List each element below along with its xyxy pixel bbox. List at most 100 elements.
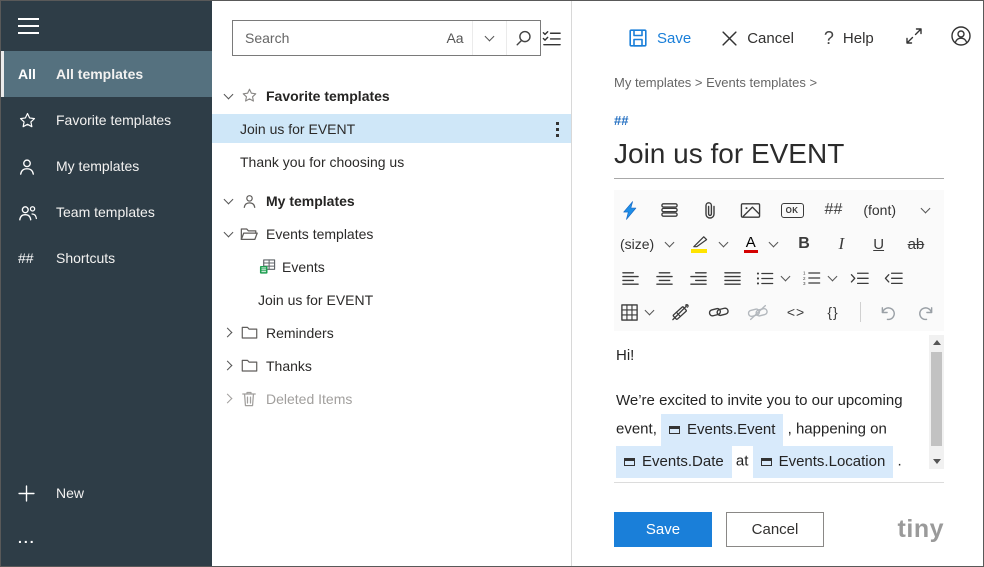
tree-item-events-sheet[interactable]: Events [212, 252, 571, 281]
scrollbar-thumb[interactable] [931, 352, 942, 446]
scroll-up-arrow[interactable] [932, 335, 941, 350]
shortcut-hash-link[interactable]: ## [614, 113, 628, 128]
multiselect-button[interactable] [541, 28, 562, 48]
indent-button[interactable] [850, 264, 870, 292]
outdent-icon [884, 272, 903, 284]
close-icon [722, 30, 737, 46]
merge-field-icon [669, 425, 681, 434]
bold-button[interactable]: B [794, 230, 814, 258]
search-input[interactable] [233, 21, 438, 55]
undo-icon [881, 306, 895, 320]
merge-tags-button[interactable]: {} [823, 298, 843, 326]
align-justify-button[interactable] [722, 264, 742, 292]
tree-folder-events-templates[interactable]: Events templates [212, 219, 571, 248]
font-size-select[interactable]: (size) [620, 236, 675, 252]
footer-cancel-button[interactable]: Cancel [726, 512, 824, 547]
sidebar-item-team-templates[interactable]: Team templates [1, 189, 212, 235]
redo-button[interactable] [915, 298, 935, 326]
text-blocks-button[interactable] [660, 196, 680, 224]
sidebar-item-shortcuts[interactable]: ## Shortcuts [1, 235, 212, 281]
tree-folder-reminders[interactable]: Reminders [212, 318, 571, 347]
italic-button[interactable]: I [831, 230, 851, 258]
undo-button[interactable] [878, 298, 898, 326]
tree-item-join-us-event[interactable]: Join us for EVENT [212, 285, 571, 314]
merge-field-date[interactable]: Events.Date [616, 446, 732, 478]
numbered-list-icon: 123 [803, 270, 821, 286]
chevron-right-icon[interactable] [220, 327, 236, 338]
attachment-button[interactable] [700, 196, 720, 224]
breadcrumb[interactable]: My templates > Events templates > [614, 75, 983, 90]
spreadsheet-icon [258, 258, 276, 275]
align-right-button[interactable] [688, 264, 708, 292]
chevron-down-icon [644, 305, 655, 316]
tree-item-thank-you[interactable]: Thank you for choosing us [212, 147, 571, 176]
numbered-list-button[interactable]: 123 [803, 270, 838, 286]
indent-icon [850, 272, 869, 284]
quick-insert-button[interactable] [620, 196, 640, 224]
expand-diagonal-icon [906, 27, 922, 44]
merge-field-event[interactable]: Events.Event [661, 414, 784, 446]
tiny-brand-logo[interactable]: tiny [898, 515, 944, 544]
tree-group-favorites[interactable]: Favorite templates [212, 81, 571, 110]
help-button[interactable]: ? Help [824, 28, 874, 49]
editor-scrollbar[interactable] [929, 335, 944, 469]
chevron-right-icon[interactable] [220, 393, 236, 404]
bullet-list-button[interactable] [756, 271, 791, 286]
editor-content-area[interactable]: Hi! We’re excited to invite you to our u… [614, 331, 944, 478]
scrollbar-track[interactable] [929, 350, 944, 454]
expand-button[interactable] [904, 26, 924, 51]
chevron-down-icon[interactable] [220, 227, 236, 237]
merge-field-location[interactable]: Events.Location [752, 446, 894, 478]
font-color-button[interactable]: A [743, 235, 779, 253]
align-left-button[interactable] [620, 264, 640, 292]
sidebar-item-label: Favorite templates [56, 112, 172, 128]
insert-button-button[interactable]: OK [780, 196, 804, 224]
new-template-button[interactable]: New [1, 470, 212, 516]
align-center-button[interactable] [654, 264, 674, 292]
save-button[interactable]: Save [628, 28, 691, 48]
search-icon [516, 30, 531, 45]
toolbar-row-2: (size) A B I U ab [620, 227, 938, 261]
align-right-icon [689, 271, 707, 285]
table-icon [621, 303, 638, 321]
cancel-button[interactable]: Cancel [721, 29, 794, 47]
tree-folder-thanks[interactable]: Thanks [212, 351, 571, 380]
insert-image-button[interactable] [740, 196, 761, 224]
highlight-color-button[interactable] [691, 235, 728, 253]
footer-save-button[interactable]: Save [614, 512, 712, 547]
chevron-down-icon[interactable] [220, 89, 236, 99]
tree-item-label: Join us for EVENT [240, 120, 356, 137]
scroll-down-arrow[interactable] [932, 454, 941, 469]
strikethrough-button[interactable]: ab [906, 230, 926, 258]
sidebar-item-favorite-templates[interactable]: Favorite templates [1, 97, 212, 143]
hamburger-menu-icon[interactable] [1, 1, 212, 51]
tree-group-my-templates[interactable]: My templates [212, 186, 571, 215]
remove-link-button[interactable] [747, 298, 769, 326]
template-title-field[interactable]: Join us for EVENT [614, 138, 944, 179]
search-button[interactable] [506, 21, 540, 55]
underline-button[interactable]: U [869, 230, 889, 258]
chevron-down-icon[interactable] [220, 194, 236, 204]
more-options-button[interactable]: ... [1, 516, 212, 560]
chevron-down-icon [768, 237, 779, 248]
kebab-menu-icon[interactable] [556, 122, 559, 140]
sidebar-item-my-templates[interactable]: My templates [1, 143, 212, 189]
source-code-button[interactable]: <> [786, 298, 806, 326]
toolbar-more-chevron[interactable] [916, 196, 936, 224]
shortcut-insert-button[interactable]: ## [823, 196, 843, 224]
chevron-right-icon[interactable] [220, 360, 236, 371]
tree-item-label: Join us for EVENT [258, 291, 374, 308]
outdent-button[interactable] [884, 264, 904, 292]
folder-icon [238, 325, 260, 340]
insert-link-button[interactable] [708, 298, 730, 326]
font-family-select[interactable]: (font) [863, 202, 896, 218]
sidebar-item-all-templates[interactable]: All All templates [1, 51, 212, 97]
search-options-chevron[interactable] [472, 21, 506, 55]
tree-item-join-us-selected[interactable]: Join us for EVENT [212, 114, 571, 143]
table-button[interactable] [620, 303, 655, 322]
body-text: at [735, 452, 749, 470]
tree-folder-deleted-items[interactable]: Deleted Items [212, 384, 571, 413]
clear-formatting-button[interactable] [670, 298, 691, 326]
match-case-button[interactable]: Aa [438, 21, 472, 55]
account-button[interactable] [950, 25, 972, 52]
